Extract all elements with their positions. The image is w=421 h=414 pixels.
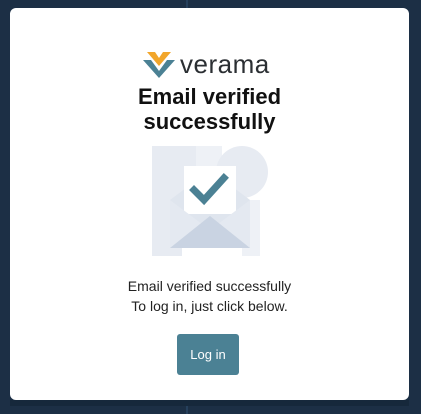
brand-name: verama [180,49,270,79]
login-button[interactable]: Log in [177,334,239,375]
page-title-line1: Email verified [137,84,282,109]
verification-message: Email verified successfully To log in, j… [10,276,409,316]
page-title: Email verified successfully [10,84,409,134]
verama-logo-icon [143,52,175,78]
page-title-line2: successfully [143,109,276,134]
message-line2: To log in, just click below. [131,298,288,314]
envelope-check-icon [152,146,268,256]
card-shadow [10,400,409,406]
brand-logo: verama [142,46,270,82]
message-line1: Email verified successfully [127,278,292,294]
verification-card: verama Email verified successfully Email… [10,8,409,400]
